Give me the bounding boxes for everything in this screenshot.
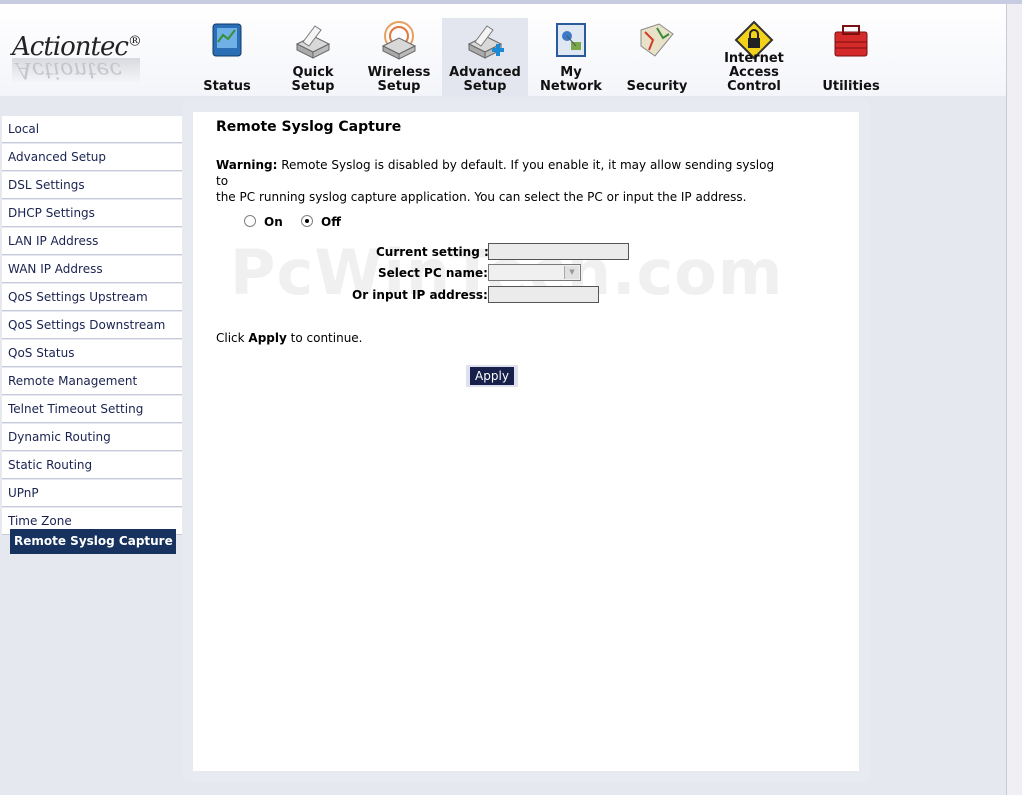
warning-text: Warning: Remote Syslog is disabled by de… [216,158,775,204]
page-title: Remote Syslog Capture [216,119,402,135]
current-setting-field [488,243,629,260]
nav-utilities[interactable]: Utilities [808,18,894,96]
radio-off-label: Off [321,215,341,229]
sidebar-item-qos-upstream[interactable]: QoS Settings Upstream [2,284,182,311]
nav-security[interactable]: Security [614,18,700,96]
nav-status[interactable]: Status [184,18,270,96]
sidebar-item-qos-status[interactable]: QoS Status [2,340,182,367]
radio-on-button[interactable] [244,215,256,227]
nav-wireless-setup[interactable]: Wireless Setup [356,18,442,96]
sidebar-item-local[interactable]: Local [2,116,182,143]
nav-quick-setup[interactable]: Quick Setup [270,18,356,96]
sidebar-item-remote-management[interactable]: Remote Management [2,368,182,395]
sidebar-item-remote-syslog-capture[interactable]: Remote Syslog Capture [10,529,176,554]
sidebar-item-dynamic-routing[interactable]: Dynamic Routing [2,424,182,451]
nav-advanced-setup[interactable]: Advanced Setup [442,18,528,96]
radio-on-label: On [264,215,283,229]
nav-my-network[interactable]: My Network [528,18,614,96]
sidebar-item-lan-ip-address[interactable]: LAN IP Address [2,228,182,255]
advanced-setup-icon [467,25,504,59]
wireless-setup-icon [381,21,417,60]
chevron-down-icon[interactable]: ▼ [564,266,579,279]
content-area [193,112,859,771]
actiontec-logo: Actiontec® Actiontec [12,32,142,82]
status-icon [212,23,242,57]
sidebar-item-upnp[interactable]: UPnP [2,480,182,507]
sidebar: Local Advanced Setup DSL Settings DHCP S… [2,116,182,536]
my-network-icon [556,23,586,57]
logo-reflection: Actiontec [12,57,140,82]
quick-setup-icon [295,25,331,59]
utilities-icon [834,25,868,57]
radio-off[interactable]: Off [301,215,341,229]
ip-address-field[interactable] [488,286,599,303]
click-apply-note: Click Apply to continue. [216,331,363,345]
sidebar-item-qos-downstream[interactable]: QoS Settings Downstream [2,312,182,339]
vertical-scrollbar[interactable] [1006,4,1022,795]
nav-internet-access-control[interactable]: Internet Access Control [700,18,808,96]
ip-address-label: Or input IP address: [352,288,488,302]
sidebar-item-static-routing[interactable]: Static Routing [2,452,182,479]
security-icon [640,23,674,57]
apply-button[interactable]: Apply [470,367,514,385]
radio-on[interactable]: On [244,215,283,229]
sidebar-item-dsl-settings[interactable]: DSL Settings [2,172,182,199]
sidebar-item-advanced-setup[interactable]: Advanced Setup [2,144,182,171]
radio-off-button[interactable] [301,215,313,227]
sidebar-item-wan-ip-address[interactable]: WAN IP Address [2,256,182,283]
select-pc-label: Select PC name: [378,266,488,280]
sidebar-item-telnet-timeout[interactable]: Telnet Timeout Setting [2,396,182,423]
select-pc-dropdown[interactable]: ▼ [488,264,581,281]
current-setting-label: Current setting : [376,245,489,259]
sidebar-item-dhcp-settings[interactable]: DHCP Settings [2,200,182,227]
